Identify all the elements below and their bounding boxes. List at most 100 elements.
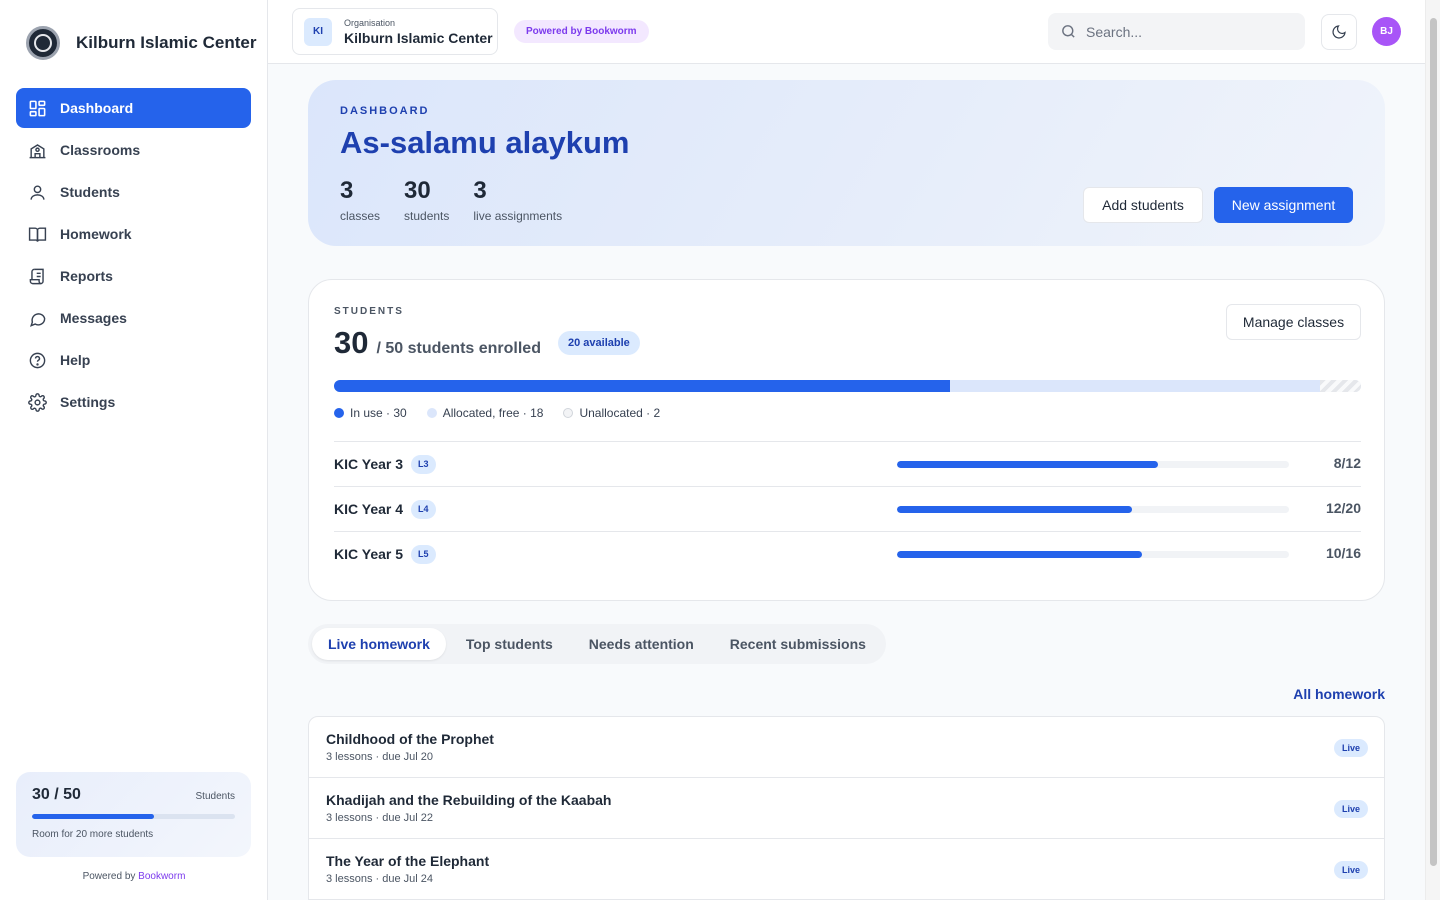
brand-name: Kilburn Islamic Center [76, 33, 257, 52]
organisation-logo [26, 26, 60, 60]
class-capacity-fill [897, 506, 1133, 513]
dashboard-hero: DASHBOARD As-salamu alaykum 3 classes 30… [308, 80, 1385, 246]
stat-students: 30 students [404, 177, 449, 223]
sidebar-item-messages[interactable]: Messages [16, 298, 251, 338]
capacity-legend: In use · 30 Allocated, free · 18 Unalloc… [334, 406, 660, 420]
sidebar-item-label: Reports [60, 268, 113, 284]
all-homework-link[interactable]: All homework [1293, 686, 1385, 702]
sidebar-item-label: Settings [60, 394, 116, 410]
stat-value: 3 [340, 177, 354, 204]
sidebar-item-dashboard[interactable]: Dashboard [16, 88, 251, 128]
usage-progress-fill [32, 814, 154, 819]
usage-note: Room for 20 more students [32, 829, 154, 840]
organisation-badge: KI [304, 17, 332, 46]
search-box[interactable] [1048, 13, 1305, 50]
class-capacity-track [897, 551, 1289, 558]
search-input[interactable] [1086, 23, 1286, 40]
legend-dot [563, 408, 574, 418]
stat-label: students [404, 209, 450, 223]
homework-item[interactable]: Khadijah and the Rebuilding of the Kaaba… [309, 778, 1384, 839]
homework-item[interactable]: The Year of the Elephant 3 lessons · due… [309, 839, 1384, 900]
students-kicker: STUDENTS [334, 306, 404, 317]
homework-meta: 3 lessons · due Jul 22 [326, 812, 434, 824]
class-name: KIC Year 3 [334, 456, 404, 472]
theme-toggle-button[interactable] [1321, 14, 1357, 50]
organisation-name: Kilburn Islamic Center [344, 29, 493, 46]
homework-meta: 3 lessons · due Jul 24 [326, 873, 434, 885]
sidebar-item-label: Classrooms [60, 142, 141, 158]
capacity-unallocated-segment [1319, 380, 1361, 392]
sidebar-item-classrooms[interactable]: Classrooms [16, 130, 251, 170]
enrolled-count: 30 / 50 students enrolled [334, 325, 541, 361]
students-card: STUDENTS 30 / 50 students enrolled 20 av… [308, 279, 1385, 601]
hero-kicker: DASHBOARD [340, 105, 430, 117]
manage-classes-button[interactable]: Manage classes [1226, 304, 1361, 340]
usage-progress-bar [32, 814, 235, 819]
class-level-badge: L3 [411, 454, 436, 474]
capacity-in-use-segment [334, 380, 951, 392]
organisation-switcher[interactable]: KI Organisation Kilburn Islamic Center [292, 8, 498, 55]
tab-live-homework[interactable]: Live homework [312, 628, 446, 660]
sidebar-item-settings[interactable]: Settings [16, 382, 251, 422]
tab-top-students[interactable]: Top students [450, 628, 569, 660]
sidebar: Kilburn Islamic Center Dashboard Classro… [0, 0, 268, 900]
enrolled-of-text: / 50 students enrolled [376, 340, 541, 357]
class-capacity-fill [897, 461, 1159, 468]
homework-title: Khadijah and the Rebuilding of the Kaaba… [326, 792, 612, 808]
usage-label: Students [195, 791, 235, 802]
class-row[interactable]: KIC Year 4 L4 12/20 [334, 486, 1361, 531]
sidebar-nav: Dashboard Classrooms Students Homework R… [16, 88, 251, 424]
sidebar-item-homework[interactable]: Homework [16, 214, 251, 254]
stat-live-assignments: 3 live assignments [473, 177, 562, 223]
help-icon [29, 352, 46, 368]
class-level-badge: L5 [411, 544, 436, 564]
legend-label: Allocated, free · 18 [442, 406, 544, 420]
sidebar-item-students[interactable]: Students [16, 172, 251, 212]
add-students-button[interactable]: Add students [1083, 187, 1203, 223]
sidebar-item-label: Dashboard [60, 100, 134, 116]
gear-icon [28, 392, 47, 412]
class-capacity-fill [897, 551, 1142, 558]
stat-label: classes [340, 209, 381, 223]
class-row[interactable]: KIC Year 3 L3 8/12 [334, 441, 1361, 486]
stat-value: 3 [473, 177, 487, 204]
school-icon [29, 143, 46, 158]
legend-dot [426, 408, 437, 418]
enrolled-number: 30 [334, 325, 369, 360]
class-level-badge: L4 [411, 499, 436, 519]
legend-label: Unallocated · 2 [579, 406, 661, 420]
capacity-bar [334, 380, 1361, 392]
scrollbar-thumb[interactable] [1430, 18, 1437, 866]
tab-recent-submissions[interactable]: Recent submissions [714, 628, 882, 660]
legend-dot [334, 408, 344, 418]
powered-prefix: Powered by [82, 871, 136, 882]
sidebar-item-label: Help [60, 352, 91, 368]
brand[interactable]: Kilburn Islamic Center [26, 26, 256, 60]
powered-brand-link[interactable]: Bookworm [138, 871, 185, 882]
organisation-kicker: Organisation [344, 17, 396, 28]
page-scrollbar[interactable] [1425, 0, 1440, 900]
homework-item[interactable]: Childhood of the Prophet 3 lessons · due… [309, 717, 1384, 778]
tab-needs-attention[interactable]: Needs attention [573, 628, 710, 660]
stat-label: live assignments [473, 209, 563, 223]
sidebar-item-help[interactable]: Help [16, 340, 251, 380]
usage-count: 30 / 50 [32, 786, 81, 803]
class-capacity-count: 10/16 [1325, 545, 1361, 561]
sidebar-item-label: Messages [60, 310, 127, 326]
stat-value: 30 [404, 177, 431, 204]
student-usage-card: 30 / 50 Students Room for 20 more studen… [16, 772, 251, 857]
legend-label: In use · 30 [350, 406, 407, 420]
search-icon [1062, 25, 1075, 38]
homework-title: The Year of the Elephant [326, 853, 490, 869]
legend-unallocated: Unallocated · 2 [563, 406, 660, 420]
moon-icon [1332, 25, 1346, 39]
sidebar-item-label: Homework [60, 226, 132, 242]
new-assignment-button[interactable]: New assignment [1214, 187, 1353, 223]
sidebar-item-reports[interactable]: Reports [16, 256, 251, 296]
book-icon [28, 226, 47, 242]
class-row[interactable]: KIC Year 5 L5 10/16 [334, 531, 1361, 576]
avatar[interactable]: BJ [1372, 17, 1401, 46]
status-badge: Live [1333, 800, 1368, 818]
class-capacity-track [897, 461, 1289, 468]
class-name: KIC Year 4 [334, 501, 404, 517]
